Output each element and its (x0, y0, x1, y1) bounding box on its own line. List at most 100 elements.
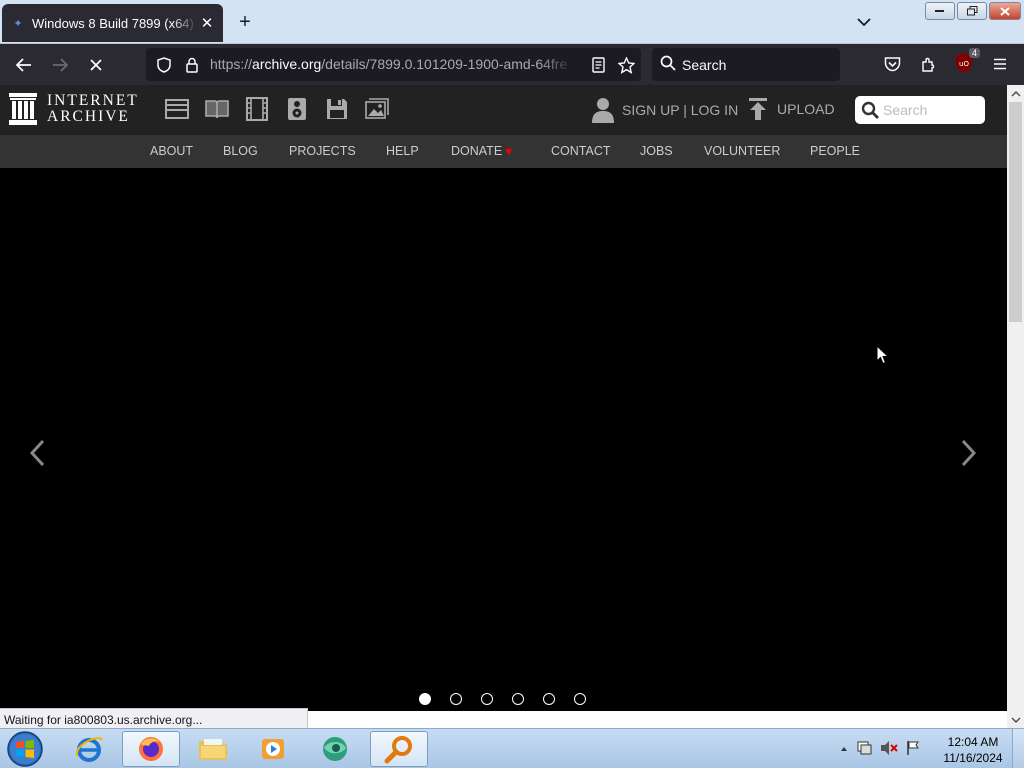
ia-search-input[interactable]: Search (855, 96, 985, 124)
volume-muted-icon[interactable] (880, 740, 898, 759)
tab-title: Windows 8 Build 7899 (x64) : Mi (32, 15, 197, 31)
show-desktop-button[interactable] (1012, 729, 1024, 768)
url-text[interactable]: https://archive.org/details/7899.0.10120… (210, 56, 575, 72)
carousel-next-chevron-icon[interactable] (958, 438, 978, 468)
archive-temple-icon (9, 93, 37, 125)
signup-login-link[interactable]: SIGN UP | LOG IN (592, 97, 738, 123)
video-icon[interactable] (245, 97, 269, 121)
nav-donate-label: DONATE (451, 144, 503, 158)
close-window-button[interactable] (989, 2, 1021, 20)
carousel-dot[interactable] (419, 693, 431, 705)
software-icon[interactable] (325, 97, 349, 121)
ublock-origin-icon[interactable]: uO 4 (954, 48, 980, 76)
carousel-dot[interactable] (543, 693, 555, 705)
carousel-prev-chevron-icon[interactable] (28, 438, 48, 468)
carousel-dots (419, 693, 586, 705)
nav-help[interactable]: HELP (386, 144, 419, 158)
address-bar[interactable]: https://archive.org/details/7899.0.10120… (146, 48, 641, 81)
browser-search-box[interactable]: Search (652, 48, 840, 81)
url-path: /details/7899.0.101209-1900-amd-64fre (321, 56, 568, 72)
nav-people[interactable]: PEOPLE (810, 144, 860, 158)
scroll-up-arrow-icon[interactable] (1007, 85, 1024, 102)
image-carousel (0, 168, 1007, 711)
windows-taskbar: 12:04 AM 11/16/2024 (0, 728, 1024, 768)
ia-top-header: INTERNET ARCHIVE SIGN UP | LOG IN UPLOAD… (0, 85, 1007, 135)
nav-contact[interactable]: CONTACT (551, 144, 611, 158)
nav-volunteer[interactable]: VOLUNTEER (704, 144, 780, 158)
scrollbar-thumb[interactable] (1009, 102, 1022, 322)
media-player-icon (262, 739, 284, 759)
images-icon[interactable] (365, 97, 389, 121)
back-arrow-icon[interactable] (9, 50, 39, 80)
ia-secondary-nav: ABOUT BLOG PROJECTS HELP DONATE ♥ CONTACT… (0, 135, 1007, 168)
forward-arrow-icon[interactable] (45, 50, 75, 80)
browser-tab-strip: ✦ Windows 8 Build 7899 (x64) : Mi ✕ + (0, 0, 1024, 44)
nav-donate[interactable]: DONATE ♥ (451, 144, 512, 158)
nav-about[interactable]: ABOUT (150, 144, 193, 158)
user-icon (592, 98, 614, 123)
svg-text:uO: uO (959, 60, 969, 68)
internet-explorer-icon (75, 737, 103, 762)
url-domain: archive.org (252, 56, 322, 72)
clock-time: 12:04 AM (947, 735, 999, 749)
audio-icon[interactable] (285, 97, 309, 121)
lock-icon[interactable] (182, 55, 202, 75)
extension-badge-count: 4 (968, 48, 980, 58)
scroll-down-arrow-icon[interactable] (1007, 711, 1024, 728)
donate-heart-icon: ♥ (505, 144, 513, 158)
browser-status-text: Waiting for ia800803.us.archive.org... (0, 708, 308, 730)
texts-icon[interactable] (205, 97, 229, 121)
logo-text: INTERNET ARCHIVE (47, 93, 139, 125)
start-button-icon[interactable] (5, 730, 45, 768)
vertical-scrollbar[interactable] (1007, 85, 1024, 728)
system-tray (840, 729, 920, 768)
nav-projects[interactable]: PROJECTS (289, 144, 356, 158)
carousel-dot[interactable] (512, 693, 524, 705)
window-controls (925, 2, 1021, 20)
carousel-dot[interactable] (574, 693, 586, 705)
nav-blog[interactable]: BLOG (223, 144, 258, 158)
screen: ✦ Windows 8 Build 7899 (x64) : Mi ✕ + (0, 0, 1024, 768)
search-magnifier-icon (384, 736, 412, 764)
hamburger-menu-icon[interactable] (988, 52, 1012, 76)
web-icon[interactable] (165, 97, 189, 121)
file-explorer-icon (199, 739, 227, 760)
signup-login-text: SIGN UP | LOG IN (622, 102, 739, 118)
carousel-dot[interactable] (450, 693, 462, 705)
upload-link[interactable]: UPLOAD (748, 98, 835, 120)
tab-close-icon[interactable]: ✕ (197, 13, 217, 33)
upload-text: UPLOAD (777, 101, 835, 117)
search-icon (660, 55, 676, 76)
carousel-dot[interactable] (481, 693, 493, 705)
mouse-cursor-icon (876, 345, 890, 365)
tab-list-chevron-icon[interactable] (852, 10, 876, 34)
minimize-button[interactable] (925, 2, 955, 20)
logo-line-1: INTERNET (47, 92, 139, 109)
ia-search-placeholder: Search (883, 102, 928, 118)
browser-navigation-bar: https://archive.org/details/7899.0.10120… (0, 44, 1024, 85)
taskbar-clock[interactable]: 12:04 AM 11/16/2024 (936, 734, 1010, 766)
action-flag-icon[interactable] (906, 740, 920, 759)
tracking-shield-icon[interactable] (154, 55, 174, 75)
taskbar-search-app[interactable] (370, 731, 428, 767)
taskbar-firefox[interactable] (122, 731, 180, 767)
restore-button[interactable] (957, 2, 987, 20)
firefox-icon (139, 737, 163, 761)
stop-loading-icon[interactable] (81, 50, 111, 80)
taskbar-internet-explorer[interactable] (60, 731, 118, 767)
browser-tab[interactable]: ✦ Windows 8 Build 7899 (x64) : Mi ✕ (2, 4, 223, 42)
extensions-puzzle-icon[interactable] (917, 52, 941, 76)
pocket-icon[interactable] (880, 52, 904, 76)
taskbar-vmware[interactable] (306, 731, 364, 767)
show-hidden-icons-icon[interactable] (840, 743, 848, 755)
new-tab-button[interactable]: + (233, 10, 257, 34)
reader-view-icon[interactable] (588, 55, 608, 75)
bookmark-star-icon[interactable] (616, 55, 636, 75)
nav-jobs[interactable]: JOBS (640, 144, 673, 158)
media-type-icons (165, 97, 389, 121)
tab-favicon-icon: ✦ (13, 17, 23, 30)
taskbar-file-explorer[interactable] (184, 731, 242, 767)
taskbar-media-player[interactable] (244, 731, 302, 767)
action-center-icon[interactable] (856, 740, 872, 759)
internet-archive-logo[interactable]: INTERNET ARCHIVE (8, 93, 139, 125)
